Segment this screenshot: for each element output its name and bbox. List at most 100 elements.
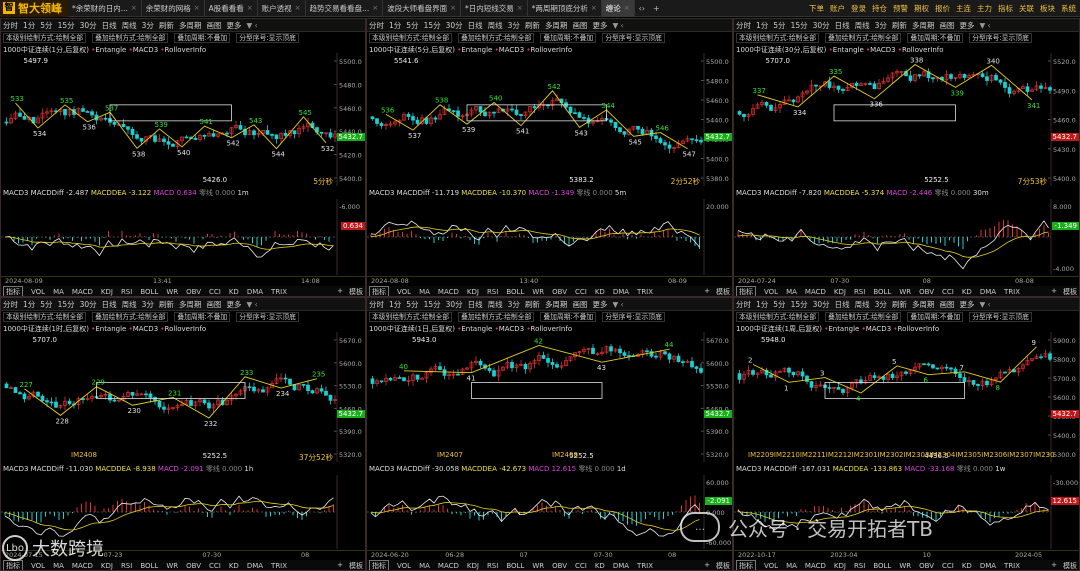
indicator-tab[interactable]: WR bbox=[899, 562, 911, 570]
indicator-tab[interactable]: KD bbox=[962, 562, 972, 570]
indicator-tab[interactable]: KD bbox=[229, 562, 239, 570]
period-button[interactable]: 5分 bbox=[406, 299, 418, 310]
indicator-tab[interactable]: OBV bbox=[552, 562, 567, 570]
draw-option-select[interactable]: 本级别绘制方式:绘制全部 bbox=[369, 312, 453, 322]
period-button[interactable]: 画图 bbox=[572, 299, 587, 310]
period-button[interactable]: 15分 bbox=[424, 20, 441, 31]
tab-2[interactable]: A股看看看 × bbox=[205, 0, 258, 17]
draw-option-select[interactable]: 叠加周期:不叠加 bbox=[540, 312, 597, 322]
menu-item-11[interactable]: 板块 bbox=[1040, 3, 1055, 14]
menu-item-10[interactable]: 关联 bbox=[1019, 3, 1034, 14]
indicator-tab[interactable]: MA bbox=[53, 288, 64, 296]
indicator-tab[interactable]: VOL bbox=[764, 288, 778, 296]
candlestick-chart[interactable]: 5520.0 5490.0 5460.0 5430.0 5400.0 337 334 335 3… bbox=[734, 53, 1080, 186]
indicator-tab[interactable]: VOL bbox=[764, 562, 778, 570]
indicator-tab[interactable]: MA bbox=[53, 562, 64, 570]
candlestick-chart[interactable]: 5900.05800.05700.05600.05500.05400.05300… bbox=[734, 332, 1080, 462]
indicator-tab[interactable]: KD bbox=[229, 288, 239, 296]
indicator-tab[interactable]: VOL bbox=[31, 562, 45, 570]
period-button[interactable]: 画图 bbox=[206, 20, 221, 31]
period-button[interactable]: 30分 bbox=[80, 299, 97, 310]
indicator-tab[interactable]: CCI bbox=[209, 288, 221, 296]
tab-3[interactable]: 账户透视 × bbox=[258, 0, 306, 17]
indicator-tab[interactable]: WR bbox=[166, 562, 178, 570]
template-button[interactable]: 模板 bbox=[716, 287, 730, 297]
indicator-tab[interactable]: BOLL bbox=[506, 562, 524, 570]
tab-scroll-icon[interactable]: ‹› bbox=[639, 4, 645, 13]
period-button[interactable]: 日线 bbox=[102, 20, 117, 31]
indicator-tab[interactable]: BOLL bbox=[140, 288, 158, 296]
close-tab-icon[interactable]: × bbox=[450, 4, 456, 12]
period-button[interactable]: 15分 bbox=[424, 299, 441, 310]
indicator-tab[interactable]: 指标 bbox=[3, 286, 23, 296]
menu-item-0[interactable]: 下单 bbox=[809, 3, 824, 14]
period-button[interactable]: 15分 bbox=[58, 20, 75, 31]
period-button[interactable]: 更多 bbox=[959, 299, 974, 310]
period-button[interactable]: 分时 bbox=[369, 299, 384, 310]
indicator-tab[interactable]: KDJ bbox=[467, 562, 479, 570]
period-button[interactable]: 1分 bbox=[756, 20, 768, 31]
close-tab-icon[interactable]: × bbox=[372, 4, 378, 12]
draw-option-select[interactable]: 叠加绘制方式:绘制全部 bbox=[458, 312, 535, 322]
period-button[interactable]: 分时 bbox=[3, 20, 18, 31]
indicator-tab[interactable]: WR bbox=[532, 562, 544, 570]
indicator-tab[interactable]: MACD bbox=[438, 562, 459, 570]
period-button[interactable]: 更多 bbox=[226, 20, 241, 31]
indicator-tab[interactable]: KD bbox=[595, 288, 605, 296]
indicator-tab[interactable]: KDJ bbox=[834, 288, 846, 296]
period-button[interactable]: 多周期 bbox=[545, 299, 568, 310]
indicator-tab[interactable]: TRIX bbox=[271, 288, 287, 296]
indicator-tab[interactable]: DMA bbox=[980, 562, 996, 570]
draw-option-select[interactable]: 叠加周期:不叠加 bbox=[540, 33, 597, 43]
indicator-tab[interactable]: TRIX bbox=[1004, 288, 1020, 296]
tab-0[interactable]: *余荣财的日内... × bbox=[68, 0, 142, 17]
period-button[interactable]: 画图 bbox=[939, 299, 954, 310]
close-tab-icon[interactable]: × bbox=[624, 4, 630, 12]
period-button[interactable]: 1分 bbox=[389, 299, 401, 310]
period-button[interactable]: 周线 bbox=[855, 20, 870, 31]
draw-option-select[interactable]: 叠加周期:不叠加 bbox=[907, 33, 964, 43]
macd-chart[interactable]: -6.000 bbox=[1, 199, 366, 275]
indicator-tab[interactable]: BOLL bbox=[140, 562, 158, 570]
period-button[interactable]: 刷新 bbox=[525, 20, 540, 31]
period-button[interactable]: 更多 bbox=[592, 299, 607, 310]
indicator-tab[interactable]: MACD bbox=[72, 562, 93, 570]
indicator-tab[interactable]: OBV bbox=[919, 562, 934, 570]
toolbar-arrows-icon[interactable]: ▼ ‹ bbox=[979, 21, 990, 30]
indicator-tab[interactable]: 指标 bbox=[736, 560, 756, 570]
draw-option-select[interactable]: 叠加周期:不叠加 bbox=[174, 312, 231, 322]
period-button[interactable]: 1分 bbox=[23, 20, 35, 31]
indicator-tab[interactable]: TRIX bbox=[637, 562, 653, 570]
menu-item-8[interactable]: 主力 bbox=[977, 3, 992, 14]
indicator-tab[interactable]: BOLL bbox=[873, 562, 891, 570]
draw-option-select[interactable]: 本级别绘制方式:绘制全部 bbox=[369, 33, 453, 43]
indicator-tab[interactable]: VOL bbox=[31, 288, 45, 296]
period-button[interactable]: 3分 bbox=[875, 299, 887, 310]
indicator-tab[interactable]: KDJ bbox=[101, 562, 113, 570]
menu-item-2[interactable]: 登录 bbox=[851, 3, 866, 14]
indicator-tab[interactable]: OBV bbox=[552, 288, 567, 296]
indicator-tab[interactable]: WR bbox=[532, 288, 544, 296]
menu-item-7[interactable]: 主连 bbox=[956, 3, 971, 14]
template-button[interactable]: 模板 bbox=[716, 561, 730, 571]
template-button[interactable]: 模板 bbox=[349, 561, 363, 571]
period-button[interactable]: 画图 bbox=[939, 20, 954, 31]
period-button[interactable]: 刷新 bbox=[159, 20, 174, 31]
toolbar-arrows-icon[interactable]: ▼ ‹ bbox=[246, 300, 257, 309]
macd-chart[interactable]: 60.0000.000-60.000 bbox=[367, 475, 733, 549]
macd-chart[interactable]: 8.000 -4.000 bbox=[734, 199, 1080, 275]
period-button[interactable]: 日线 bbox=[835, 20, 850, 31]
tab-8[interactable]: 缠论 × bbox=[601, 0, 635, 17]
period-button[interactable]: 3分 bbox=[142, 299, 154, 310]
indicator-tab[interactable]: BOLL bbox=[873, 288, 891, 296]
menu-item-3[interactable]: 持仓 bbox=[872, 3, 887, 14]
period-button[interactable]: 5分 bbox=[773, 299, 785, 310]
period-button[interactable]: 5分 bbox=[406, 20, 418, 31]
period-button[interactable]: 15分 bbox=[58, 299, 75, 310]
indicator-tab[interactable]: RSI bbox=[121, 288, 132, 296]
candlestick-chart[interactable]: 5500.05480.05460.05440.05420.05400.05335… bbox=[1, 53, 366, 186]
draw-option-select[interactable]: 叠加绘制方式:绘制全部 bbox=[92, 312, 169, 322]
draw-option-select[interactable]: 分型序号:显示顶底 bbox=[602, 312, 665, 322]
period-button[interactable]: 多周期 bbox=[545, 20, 568, 31]
period-button[interactable]: 日线 bbox=[835, 299, 850, 310]
